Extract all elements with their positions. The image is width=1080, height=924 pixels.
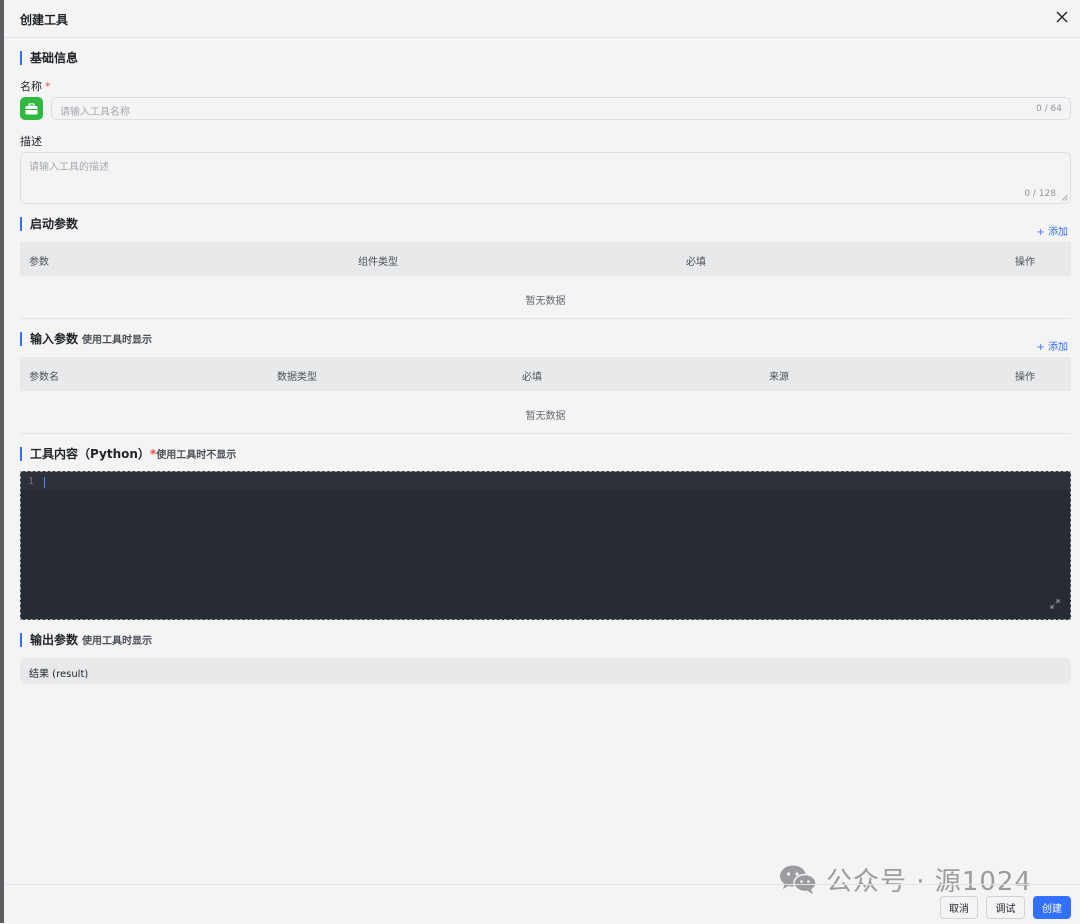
section-output-params: 输出参数 使用工具时显示 <box>20 633 152 647</box>
description-count: 0 / 128 <box>1024 189 1056 199</box>
tool-avatar-button[interactable] <box>20 97 43 120</box>
text-cursor <box>44 477 45 488</box>
python-code-editor[interactable]: 1 <box>20 471 1071 620</box>
section-basic-info: 基础信息 <box>20 51 78 65</box>
tool-name-input[interactable]: 请输入工具名称 0 / 64 <box>51 97 1071 120</box>
column-header: 组件类型 <box>358 257 398 268</box>
name-label: 名称 * <box>20 80 51 93</box>
description-label: 描述 <box>20 135 42 148</box>
add-input-param-button[interactable]: + 添加 <box>1036 338 1068 353</box>
startup-params-empty: 暂无数据 <box>20 277 1071 319</box>
dialog-header: 创建工具 <box>4 0 1080 38</box>
section-tool-content: 工具内容（Python）*使用工具时不显示 <box>20 447 236 461</box>
input-params-empty: 暂无数据 <box>20 392 1071 434</box>
add-startup-param-button[interactable]: + 添加 <box>1036 223 1068 238</box>
column-header: 必填 <box>522 372 542 383</box>
column-header: 操作 <box>1015 372 1035 383</box>
column-header: 参数名 <box>29 372 59 383</box>
required-mark: * <box>45 80 51 93</box>
tool-name-placeholder: 请输入工具名称 <box>60 107 130 118</box>
column-header: 数据类型 <box>277 372 317 383</box>
dialog-title: 创建工具 <box>20 13 69 27</box>
expand-icon[interactable] <box>1050 599 1060 609</box>
column-header: 必填 <box>686 257 706 268</box>
cancel-button[interactable]: 取消 <box>940 896 978 919</box>
startup-params-table-header: 参数 组件类型 必填 操作 <box>20 242 1071 276</box>
create-button[interactable]: 创建 <box>1033 896 1071 919</box>
section-input-params: 输入参数 使用工具时显示 <box>20 332 152 346</box>
section-startup-params: 启动参数 <box>20 217 78 231</box>
column-header: 操作 <box>1015 257 1035 268</box>
close-icon[interactable] <box>1054 9 1070 25</box>
briefcase-icon <box>25 102 38 114</box>
resize-handle-icon[interactable] <box>1061 194 1068 201</box>
column-header: 参数 <box>29 257 49 268</box>
output-result-row: 结果 (result) <box>20 658 1071 684</box>
column-header: 来源 <box>769 372 789 383</box>
description-placeholder: 请输入工具的描述 <box>29 162 109 173</box>
tool-name-count: 0 / 64 <box>1036 104 1062 114</box>
input-params-table-header: 参数名 数据类型 必填 来源 操作 <box>20 357 1071 391</box>
left-edge-strip <box>0 0 4 923</box>
line-number: 1 <box>28 476 35 487</box>
debug-button[interactable]: 调试 <box>986 896 1025 919</box>
description-textarea[interactable]: 请输入工具的描述 0 / 128 <box>20 152 1071 204</box>
active-line-highlight <box>21 472 1070 490</box>
dialog-footer <box>4 884 1080 924</box>
